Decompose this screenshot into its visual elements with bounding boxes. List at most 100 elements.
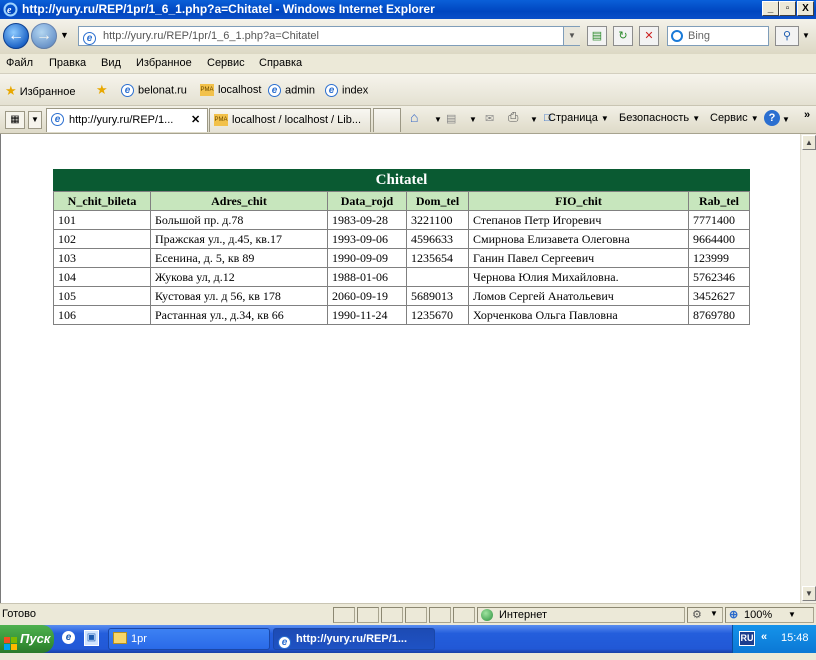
favorites-button[interactable]: ★ Избранное: [5, 83, 75, 99]
col-header: Dom_tel: [406, 191, 469, 211]
start-label: Пуск: [20, 631, 51, 646]
address-url: http://yury.ru/REP/1pr/1_6_1.php?a=Chita…: [103, 30, 319, 42]
cell-fio-chit: Чернова Юлия Михайловна.: [468, 267, 689, 287]
globe-icon: [481, 609, 493, 621]
fav-link-label: belonat.ru: [138, 84, 187, 97]
tray-expand-icon[interactable]: «: [761, 631, 767, 643]
table-row: 102 Пражская ул., д.45, кв.17 1993-09-06…: [53, 229, 750, 249]
help-icon[interactable]: ?: [764, 110, 780, 126]
scroll-up-arrow-icon[interactable]: ▲: [802, 135, 816, 150]
ie-page-icon: e: [121, 84, 134, 97]
protected-mode-panel[interactable]: ⚙ ▼: [687, 607, 723, 623]
safety-menu-button[interactable]: Безопасность ▼: [619, 112, 700, 124]
address-dropdown-icon[interactable]: ▼: [563, 27, 580, 45]
menu-file[interactable]: Файл: [6, 57, 33, 69]
close-tab-icon[interactable]: ✕: [191, 109, 200, 131]
ie-page-icon: e: [278, 635, 291, 649]
tab-row: ▦ ▼ e http://yury.ru/REP/1... ✕ PMA loca…: [0, 106, 816, 134]
page-ie-icon: e: [83, 31, 96, 45]
taskbar-item-1pr[interactable]: 1pr: [108, 628, 270, 650]
minimize-button[interactable]: _: [762, 1, 779, 16]
fav-link-admin[interactable]: e admin: [268, 84, 315, 97]
cell-dom-tel: 4596633: [406, 229, 469, 249]
tab-chitatel[interactable]: e http://yury.ru/REP/1... ✕: [46, 108, 208, 132]
print-icon[interactable]: ⎙: [508, 109, 518, 125]
vertical-scrollbar[interactable]: ▲ ▼: [800, 134, 816, 603]
security-zone-label: Интернет: [499, 609, 547, 621]
tools-menu-button[interactable]: Сервис ▼: [710, 112, 759, 124]
forward-button[interactable]: →: [31, 23, 57, 49]
mail-icon[interactable]: ✉: [485, 112, 494, 125]
security-zone-panel[interactable]: Интернет: [477, 607, 685, 623]
ie-page-icon: e: [325, 84, 338, 97]
cell-n-chit-bileta: 104: [53, 267, 151, 287]
table-header-row: N_chit_bileta Adres_chit Data_rojd Dom_t…: [53, 191, 750, 211]
menu-tools[interactable]: Сервис: [207, 57, 245, 69]
taskbar-item-label: http://yury.ru/REP/1...: [296, 633, 408, 645]
cell-n-chit-bileta: 101: [53, 210, 151, 230]
zoom-control[interactable]: ⊕ 100% ▼: [725, 607, 814, 623]
home-icon[interactable]: ⌂: [410, 109, 418, 125]
taskbar-item-label: 1pr: [131, 633, 147, 645]
help-dropdown-icon[interactable]: ▼: [782, 115, 790, 124]
cell-data-rojd: 1983-09-28: [327, 210, 407, 230]
status-panel: [453, 607, 475, 623]
cell-rab-tel: 8769780: [688, 305, 750, 325]
cell-fio-chit: Ломов Сергей Анатольевич: [468, 286, 689, 306]
new-tab-button[interactable]: [373, 108, 401, 132]
cell-n-chit-bileta: 106: [53, 305, 151, 325]
title-bar[interactable]: e http://yury.ru/REP/1pr/1_6_1.php?a=Chi…: [0, 0, 816, 19]
page-menu-button[interactable]: Страница ▼: [548, 112, 609, 124]
close-window-button[interactable]: X: [797, 1, 814, 16]
language-indicator[interactable]: RU: [739, 631, 755, 646]
chevron-more-icon[interactable]: »: [804, 109, 810, 121]
menu-view[interactable]: Вид: [101, 57, 121, 69]
fav-link-label: index: [342, 84, 369, 97]
history-dropdown-icon[interactable]: ▼: [60, 30, 69, 40]
cell-adres-chit: Пражская ул., д.45, кв.17: [150, 229, 328, 249]
status-bar: Готово Интернет ⚙ ▼ ⊕ 100% ▼: [0, 603, 816, 626]
taskbar-item-ie[interactable]: e http://yury.ru/REP/1...: [273, 628, 435, 650]
fav-link-localhost[interactable]: PMA localhost: [200, 84, 261, 97]
fav-link-belonat[interactable]: e belonat.ru: [121, 84, 187, 97]
menu-help[interactable]: Справка: [259, 57, 302, 69]
tab-list-dropdown-icon[interactable]: ▼: [28, 111, 42, 129]
print-dropdown-icon[interactable]: ▼: [530, 115, 538, 124]
compatibility-icon[interactable]: ▤: [587, 26, 607, 46]
zoom-dropdown-icon: ▼: [788, 610, 796, 619]
cell-rab-tel: 9664400: [688, 229, 750, 249]
home-dropdown-icon[interactable]: ▼: [434, 115, 442, 124]
tab-phpmyadmin[interactable]: PMA localhost / localhost / Lib...: [209, 108, 371, 132]
menu-edit[interactable]: Правка: [49, 57, 86, 69]
cell-data-rojd: 2060-09-19: [327, 286, 407, 306]
table-row: 101 Большой пр. д.78 1983-09-28 3221100 …: [53, 210, 750, 230]
stop-icon[interactable]: ✕: [639, 26, 659, 46]
quicklaunch-ie-icon[interactable]: e: [62, 631, 79, 644]
cell-dom-tel: 5689013: [406, 286, 469, 306]
cell-data-rojd: 1990-11-24: [327, 305, 407, 325]
cell-rab-tel: 7771400: [688, 210, 750, 230]
table-row: 104 Жукова ул, д.12 1988-01-06 Чернова Ю…: [53, 267, 750, 287]
search-options-icon[interactable]: ▼: [802, 31, 810, 40]
scroll-down-arrow-icon[interactable]: ▼: [802, 586, 816, 601]
menu-favorites[interactable]: Избранное: [136, 57, 192, 69]
refresh-icon[interactable]: ↻: [613, 26, 633, 46]
col-header: N_chit_bileta: [53, 191, 151, 211]
add-favorite-icon[interactable]: ★: [96, 82, 108, 98]
feeds-icon[interactable]: ▤: [446, 112, 456, 125]
quick-tabs-icon[interactable]: ▦: [5, 111, 25, 129]
feeds-dropdown-icon[interactable]: ▼: [469, 115, 477, 124]
address-bar[interactable]: e http://yury.ru/REP/1pr/1_6_1.php?a=Chi…: [78, 26, 580, 46]
back-button[interactable]: ←: [3, 23, 29, 49]
address-toolbar: ← → ▼ e http://yury.ru/REP/1pr/1_6_1.php…: [0, 19, 816, 54]
status-text: Готово: [2, 608, 36, 620]
fav-link-index[interactable]: e index: [325, 84, 368, 97]
quicklaunch-desktop-icon[interactable]: ▣: [84, 630, 99, 646]
search-input[interactable]: Bing: [667, 26, 769, 46]
cell-rab-tel: 123999: [688, 248, 750, 268]
table-caption: Chitatel: [53, 169, 750, 191]
maximize-button[interactable]: ▫: [779, 1, 796, 16]
search-go-button[interactable]: ⚲: [775, 26, 799, 46]
start-button[interactable]: Пуск: [0, 625, 54, 653]
table-row: 105 Кустовая ул. д 56, кв 178 2060-09-19…: [53, 286, 750, 306]
